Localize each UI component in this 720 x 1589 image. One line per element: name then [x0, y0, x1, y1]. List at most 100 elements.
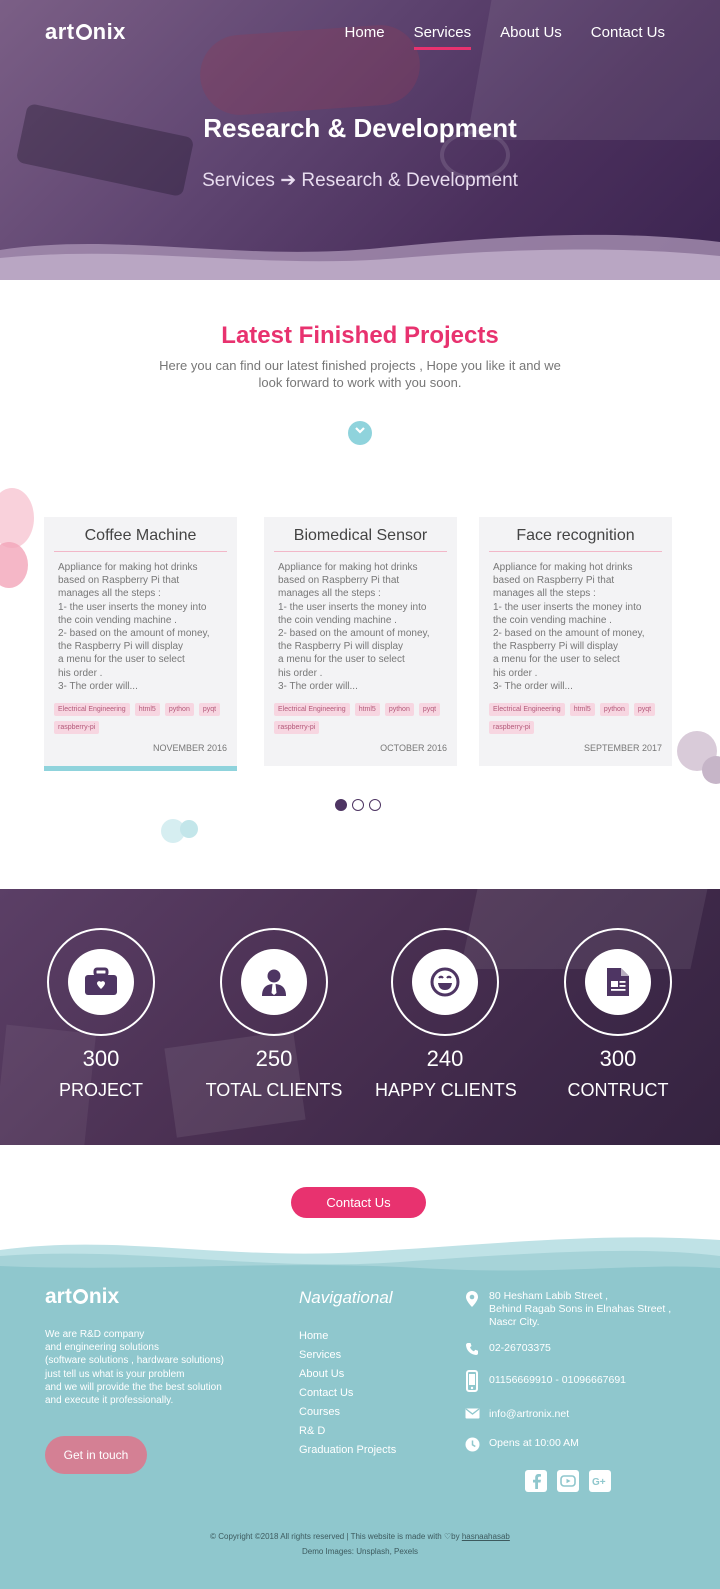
nav-services[interactable]: Services — [413, 24, 472, 50]
decor-bubble — [0, 488, 34, 548]
stat-label: CONTRUCT — [567, 1080, 669, 1100]
tag[interactable]: raspberry-pi — [54, 721, 100, 735]
copyright-by: by — [451, 1532, 462, 1541]
tag[interactable]: python — [599, 703, 629, 717]
tag[interactable]: raspberry-pi — [489, 721, 535, 735]
chevron-down-icon[interactable] — [348, 421, 372, 445]
gear-icon — [75, 24, 92, 40]
nav-contact-us[interactable]: Contact Us — [591, 24, 665, 50]
footer-logo[interactable]: art nix — [45, 1285, 119, 1309]
hours-row: Opens at 10:00 AM — [463, 1437, 703, 1452]
stat-label: HAPPY CLIENTS — [375, 1080, 517, 1100]
facebook-icon[interactable] — [525, 1470, 547, 1492]
project-date: SEPTEMBER 2017 — [583, 743, 662, 753]
decor-bubble — [180, 820, 198, 838]
phone-text[interactable]: 02-26703375 — [489, 1342, 551, 1355]
stat-total-clients: 250 TOTAL CLIENTS — [204, 928, 344, 1101]
footer-wave — [0, 1232, 720, 1284]
site-logo[interactable]: art nix — [45, 19, 126, 45]
social-links: G+ — [525, 1470, 611, 1492]
tag[interactable]: pyqt — [633, 703, 656, 717]
main-nav: Home Services About Us Contact Us — [345, 24, 665, 50]
footer: art nix We are R&D company and engineerin… — [0, 1232, 720, 1589]
project-body: Appliance for making hot drinks based on… — [278, 562, 430, 692]
phone-icon — [463, 1342, 481, 1356]
footer-nav-services[interactable]: Services — [299, 1346, 396, 1365]
projects-description: Here you can find our latest finished pr… — [159, 358, 561, 390]
carousel-dot[interactable] — [369, 799, 381, 811]
phone-row: 02-26703375 — [463, 1342, 703, 1356]
footer-nav-rnd[interactable]: R& D — [299, 1422, 396, 1441]
tag[interactable]: python — [164, 703, 194, 717]
user-tie-icon — [262, 969, 286, 996]
stat-happy-clients: 240 HAPPY CLIENTS — [375, 928, 517, 1101]
clock-icon — [463, 1437, 481, 1452]
stat-number: 240 — [426, 1046, 464, 1071]
project-date: NOVEMBER 2016 — [152, 743, 227, 753]
footer-nav-courses[interactable]: Courses — [299, 1403, 396, 1422]
breadcrumb: Services ➔ Research & Development — [0, 169, 720, 192]
tag[interactable]: html5 — [354, 703, 380, 717]
gear-icon — [72, 1289, 88, 1304]
mobile-icon — [463, 1370, 481, 1392]
stat-number: 250 — [255, 1046, 293, 1071]
address-text: 80 Hesham Labib Street , Behind Ragab So… — [489, 1290, 672, 1328]
decor-bubble — [0, 542, 28, 588]
hero-wave — [0, 234, 720, 282]
tag[interactable]: Electrical Engineering — [489, 703, 565, 717]
stat-contracts: 300 CONTRUCT — [548, 928, 688, 1101]
mobile-text[interactable]: 01156669910 - 01096667691 — [489, 1370, 626, 1387]
carousel-dot[interactable] — [352, 799, 364, 811]
google-plus-icon[interactable]: G+ — [589, 1470, 611, 1492]
footer-nav-graduation-projects[interactable]: Graduation Projects — [299, 1441, 396, 1460]
tag[interactable]: html5 — [569, 703, 595, 717]
project-body: Appliance for making hot drinks based on… — [58, 562, 210, 692]
youtube-icon[interactable] — [557, 1470, 579, 1492]
project-date: OCTOBER 2016 — [380, 743, 447, 753]
footer-nav-contact-us[interactable]: Contact Us — [299, 1384, 396, 1403]
projects-title: Latest Finished Projects — [221, 322, 499, 349]
tag[interactable]: Electrical Engineering — [274, 703, 350, 717]
page-title: Research & Development — [203, 113, 517, 143]
email-row: info@artronix.net — [463, 1408, 703, 1421]
carousel-dot[interactable] — [335, 799, 347, 811]
footer-about-text: We are R&D company and engineering solut… — [45, 1329, 224, 1407]
copyright: © Copyright ©2018 All rights reserved | … — [0, 1529, 720, 1559]
project-card[interactable]: Face recognition Appliance for making ho… — [479, 517, 672, 766]
project-title: Coffee Machine — [54, 527, 227, 552]
project-body: Appliance for making hot drinks based on… — [493, 562, 645, 692]
contact-us-button[interactable]: Contact Us — [291, 1187, 426, 1218]
footer-nav-title: Navigational — [299, 1288, 393, 1307]
nav-home[interactable]: Home — [345, 24, 385, 50]
project-tags: Electrical Engineering html5 python pyqt… — [54, 703, 227, 735]
tag[interactable]: pyqt — [418, 703, 441, 717]
stat-label: TOTAL CLIENTS — [205, 1080, 343, 1100]
tag[interactable]: raspberry-pi — [274, 721, 320, 735]
tag[interactable]: Electrical Engineering — [54, 703, 130, 717]
nav-about-us[interactable]: About Us — [500, 24, 562, 50]
mobile-row: 01156669910 - 01096667691 — [463, 1370, 703, 1392]
hero-section: art nix Home Services About Us Contact Us… — [0, 0, 720, 282]
tag[interactable]: pyqt — [198, 703, 221, 717]
project-title: Face recognition — [489, 527, 662, 552]
smile-icon — [430, 967, 460, 997]
decor-bubble — [702, 756, 720, 784]
map-pin-icon — [463, 1290, 481, 1308]
footer-nav-home[interactable]: Home — [299, 1327, 396, 1346]
project-card[interactable]: Coffee Machine Appliance for making hot … — [44, 517, 237, 771]
tag[interactable]: python — [384, 703, 414, 717]
carousel-pager — [335, 799, 381, 811]
get-in-touch-button[interactable]: Get in touch — [45, 1436, 147, 1474]
author-link[interactable]: hasnaahasab — [462, 1532, 510, 1541]
svg-text:G+: G+ — [592, 1477, 606, 1487]
address-row: 80 Hesham Labib Street , Behind Ragab So… — [463, 1290, 703, 1329]
tag[interactable]: html5 — [134, 703, 160, 717]
project-card[interactable]: Biomedical Sensor Appliance for making h… — [264, 517, 457, 766]
footer-nav: Home Services About Us Contact Us Course… — [299, 1327, 396, 1460]
breadcrumb-parent[interactable]: Services — [202, 170, 275, 191]
footer-nav-about-us[interactable]: About Us — [299, 1365, 396, 1384]
project-tags: Electrical Engineering html5 python pyqt… — [489, 703, 662, 735]
stats-section: 300 PROJECT 250 TOTAL CLIENTS 240 HAPPY … — [0, 889, 720, 1145]
email-text[interactable]: info@artronix.net — [489, 1408, 569, 1421]
stat-number: 300 — [82, 1046, 120, 1071]
